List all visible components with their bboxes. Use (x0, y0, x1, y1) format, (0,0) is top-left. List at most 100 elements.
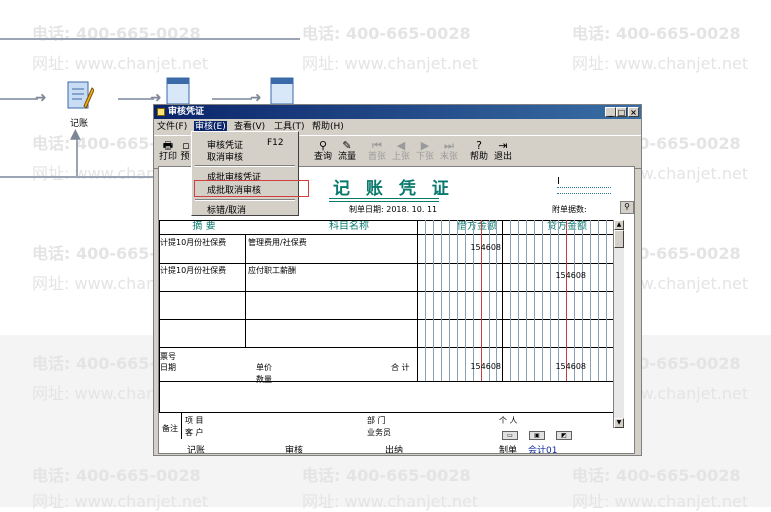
print-button[interactable]: 🖶 打印 (157, 138, 179, 166)
first-button[interactable]: ⏮ 首张 (366, 138, 388, 166)
title-underline (329, 201, 439, 202)
total-label: 合 计 (391, 363, 410, 372)
column-header-account: 科目名称 (329, 221, 369, 232)
grid-line (245, 234, 246, 347)
grid-line (159, 381, 613, 382)
signature-review: 审核 (285, 446, 304, 454)
search-icon[interactable]: ⚲ (620, 201, 634, 214)
highlight-box (194, 180, 309, 197)
grid-line (159, 319, 613, 320)
aux-button-3[interactable]: ◩ (556, 431, 572, 440)
bookkeeping-icon[interactable] (64, 78, 94, 112)
flow-line (118, 98, 154, 100)
dotted-line (557, 193, 611, 194)
next-icon: ▶ (420, 139, 430, 152)
customer-label: 客 户 (185, 428, 204, 437)
app-icon (157, 108, 165, 116)
scroll-thumb[interactable] (614, 230, 624, 248)
title-underline (329, 198, 439, 199)
grid-line (159, 291, 613, 292)
row-summary[interactable]: 计提10月份社保费 (160, 265, 226, 276)
watermark-phone: 电话: 400-665-0028 (32, 24, 201, 43)
total-debit: 154608 (470, 362, 501, 371)
calendar-icon[interactable] (164, 74, 194, 108)
dotted-line (557, 187, 611, 188)
watermark-phone: 电话: 400-665-0028 (572, 24, 741, 43)
voucher-date: 制单日期: 2018. 10. 11 (349, 205, 438, 214)
scroll-up-icon[interactable]: ▲ (614, 220, 624, 230)
aux-button-1[interactable]: ▭ (502, 431, 518, 440)
voucher-title: 记 账 凭 证 (333, 179, 454, 199)
flow-line (0, 38, 300, 40)
next-button[interactable]: ▶ 下张 (414, 138, 436, 166)
flow-line (0, 98, 38, 100)
menu-item-batch-cancel-review[interactable]: 成批取消审核 (194, 180, 309, 197)
row-account[interactable]: 应付职工薪酬 (248, 265, 296, 276)
vertical-scrollbar[interactable]: ▲ ▼ (613, 220, 624, 428)
project-label: 项 目 (185, 416, 204, 425)
individual-label: 个 人 (499, 416, 518, 425)
menu-item-cancel-review[interactable]: 取消审核 (207, 150, 243, 163)
grid-line (159, 347, 613, 348)
voucher-number-field[interactable]: I (557, 176, 560, 187)
row-credit[interactable]: 154608 (514, 271, 586, 280)
flow-line (212, 98, 252, 100)
column-header-summary: 摘 要 (192, 221, 216, 232)
menu-help[interactable]: 帮助(H) (312, 121, 344, 133)
close-button[interactable]: × (628, 107, 639, 117)
menu-file[interactable]: 文件(F) (157, 121, 187, 133)
query-button[interactable]: ⚲ 查询 (312, 138, 334, 166)
grid-line (159, 412, 613, 413)
row-summary[interactable]: 计提10月份社保费 (160, 237, 226, 248)
flow-line (76, 136, 78, 178)
arrow-right-icon: ➜ (35, 90, 47, 106)
row-debit[interactable]: 154608 (429, 243, 501, 252)
preview-button[interactable]: ▫ 预 (179, 138, 191, 166)
watermark-site: 网址: www.chanjet.net (572, 54, 749, 73)
exit-icon: ⇥ (498, 139, 508, 152)
maximize-button[interactable]: □ (616, 107, 627, 117)
quantity-label: 数量 (256, 375, 272, 384)
prev-icon: ◀ (396, 139, 406, 152)
aux-button-2[interactable]: ▣ (529, 431, 545, 440)
last-icon: ⏭ (444, 139, 454, 152)
help-icon: ? (476, 139, 482, 152)
calendar-icon[interactable] (268, 74, 298, 108)
grid-line (502, 220, 503, 381)
grid-line (181, 412, 182, 439)
ticket-number-label: 票号 (160, 352, 176, 361)
printer-icon: 🖶 (162, 139, 174, 152)
watermark-phone: 电话: 400-665-0028 (302, 24, 471, 43)
flow-node-label: 记账 (70, 119, 89, 129)
window-title: 审核凭证 (168, 107, 205, 117)
unit-price-label: 单价 (256, 363, 272, 372)
signature-cashier: 出纳 (385, 446, 404, 454)
help-button[interactable]: ? 帮助 (468, 138, 490, 166)
signature-maker: 会计01 (528, 446, 558, 454)
attachment-label: 附单据数: (552, 205, 587, 214)
row-account[interactable]: 管理费用/社保费 (248, 237, 307, 248)
grid-line (159, 220, 160, 412)
watermark-site: 网址: www.chanjet.net (32, 54, 209, 73)
prev-button[interactable]: ◀ 上张 (390, 138, 412, 166)
minimize-button[interactable]: _ (605, 107, 616, 117)
department-label: 部 门 (367, 416, 386, 425)
title-bar[interactable]: 审核凭证 _ □ × (154, 105, 641, 119)
menu-item-shortcut: F12 (267, 138, 284, 148)
signature-maker-label: 制单 (499, 446, 518, 454)
grid-line (159, 234, 613, 235)
last-button[interactable]: ⏭ 末张 (438, 138, 460, 166)
menu-item-mark-error[interactable]: 标错/取消 (207, 203, 246, 216)
date-label: 日期 (160, 363, 176, 372)
grid-line (159, 220, 613, 221)
exit-button[interactable]: ⇥ 退出 (492, 138, 514, 166)
grid-line (417, 220, 418, 381)
review-menu-dropdown: 审核凭证 F12 取消审核 成批审核凭证 成批取消审核 标错/取消 (191, 131, 309, 216)
total-credit: 154608 (555, 362, 586, 371)
flow-line (0, 176, 160, 178)
scroll-down-icon[interactable]: ▼ (614, 418, 624, 428)
flow-button[interactable]: ✎ 流量 (336, 138, 358, 166)
grid-line (159, 263, 613, 264)
first-icon: ⏮ (372, 139, 382, 152)
salesman-label: 业务员 (367, 428, 391, 437)
